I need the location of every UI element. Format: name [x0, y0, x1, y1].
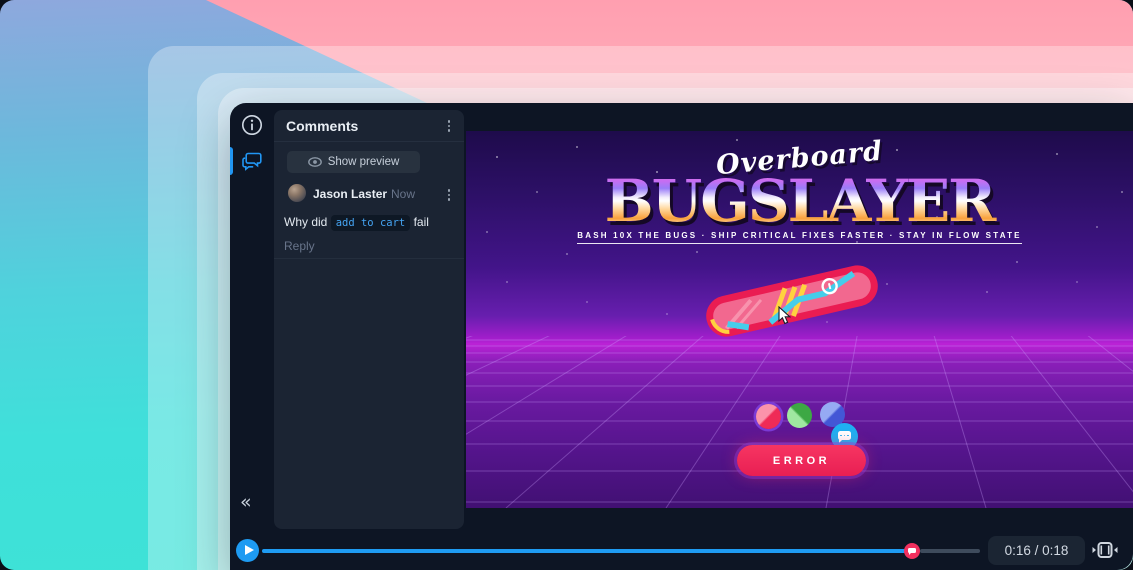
show-preview-label: Show preview: [328, 156, 400, 168]
status-dot-pink[interactable]: [756, 404, 781, 429]
stars-decoration: [466, 131, 468, 133]
active-tab-indicator: [230, 147, 233, 175]
comment-author: Jason Laster: [313, 187, 387, 201]
avatar[interactable]: [288, 184, 306, 202]
status-dot-green[interactable]: [787, 403, 812, 428]
time-display: 0:16 / 0:18: [988, 536, 1085, 565]
eye-icon: [308, 157, 322, 167]
fit-to-screen-icon[interactable]: [1092, 541, 1118, 559]
comment-code-snippet: add to cart: [331, 215, 411, 231]
comment-timestamp: Now: [391, 187, 415, 201]
mouse-cursor: [778, 306, 791, 325]
page: « Comments Show preview Jason Laster Now…: [0, 0, 1133, 570]
comment-body: Why did add to cart fail: [284, 213, 456, 232]
timeline-remaining[interactable]: [920, 549, 980, 553]
comment-marker[interactable]: [904, 543, 920, 559]
error-button[interactable]: ERROR: [737, 445, 866, 476]
comments-panel-header: Comments: [274, 110, 464, 142]
timeline-progress[interactable]: [262, 549, 906, 553]
comments-panel: Comments Show preview Jason Laster Now W…: [274, 110, 464, 529]
show-preview-button[interactable]: Show preview: [287, 151, 420, 173]
main-title: BUGSLAYER: [466, 172, 1133, 230]
panel-menu-kebab-icon[interactable]: [442, 119, 456, 133]
hoverboard-illustration: [700, 259, 885, 343]
panel-title: Comments: [286, 118, 358, 134]
info-icon[interactable]: [241, 114, 263, 136]
replay-viewport[interactable]: Overboard BUGSLAYER BASH 10X THE BUGS · …: [466, 131, 1133, 508]
comment-divider: [274, 258, 464, 259]
video-title-block: Overboard BUGSLAYER: [466, 143, 1133, 230]
comment-text-before: Why did: [284, 215, 327, 229]
app-window: « Comments Show preview Jason Laster Now…: [230, 103, 1133, 570]
comment-text-after: fail: [414, 215, 429, 229]
reply-link[interactable]: Reply: [284, 239, 315, 253]
play-icon: [245, 545, 254, 555]
comments-icon[interactable]: [241, 150, 263, 172]
comment-menu-kebab-icon[interactable]: [442, 188, 456, 202]
play-button[interactable]: [236, 539, 259, 562]
collapse-sidebar-button[interactable]: «: [240, 493, 252, 512]
sidebar: «: [230, 103, 274, 570]
